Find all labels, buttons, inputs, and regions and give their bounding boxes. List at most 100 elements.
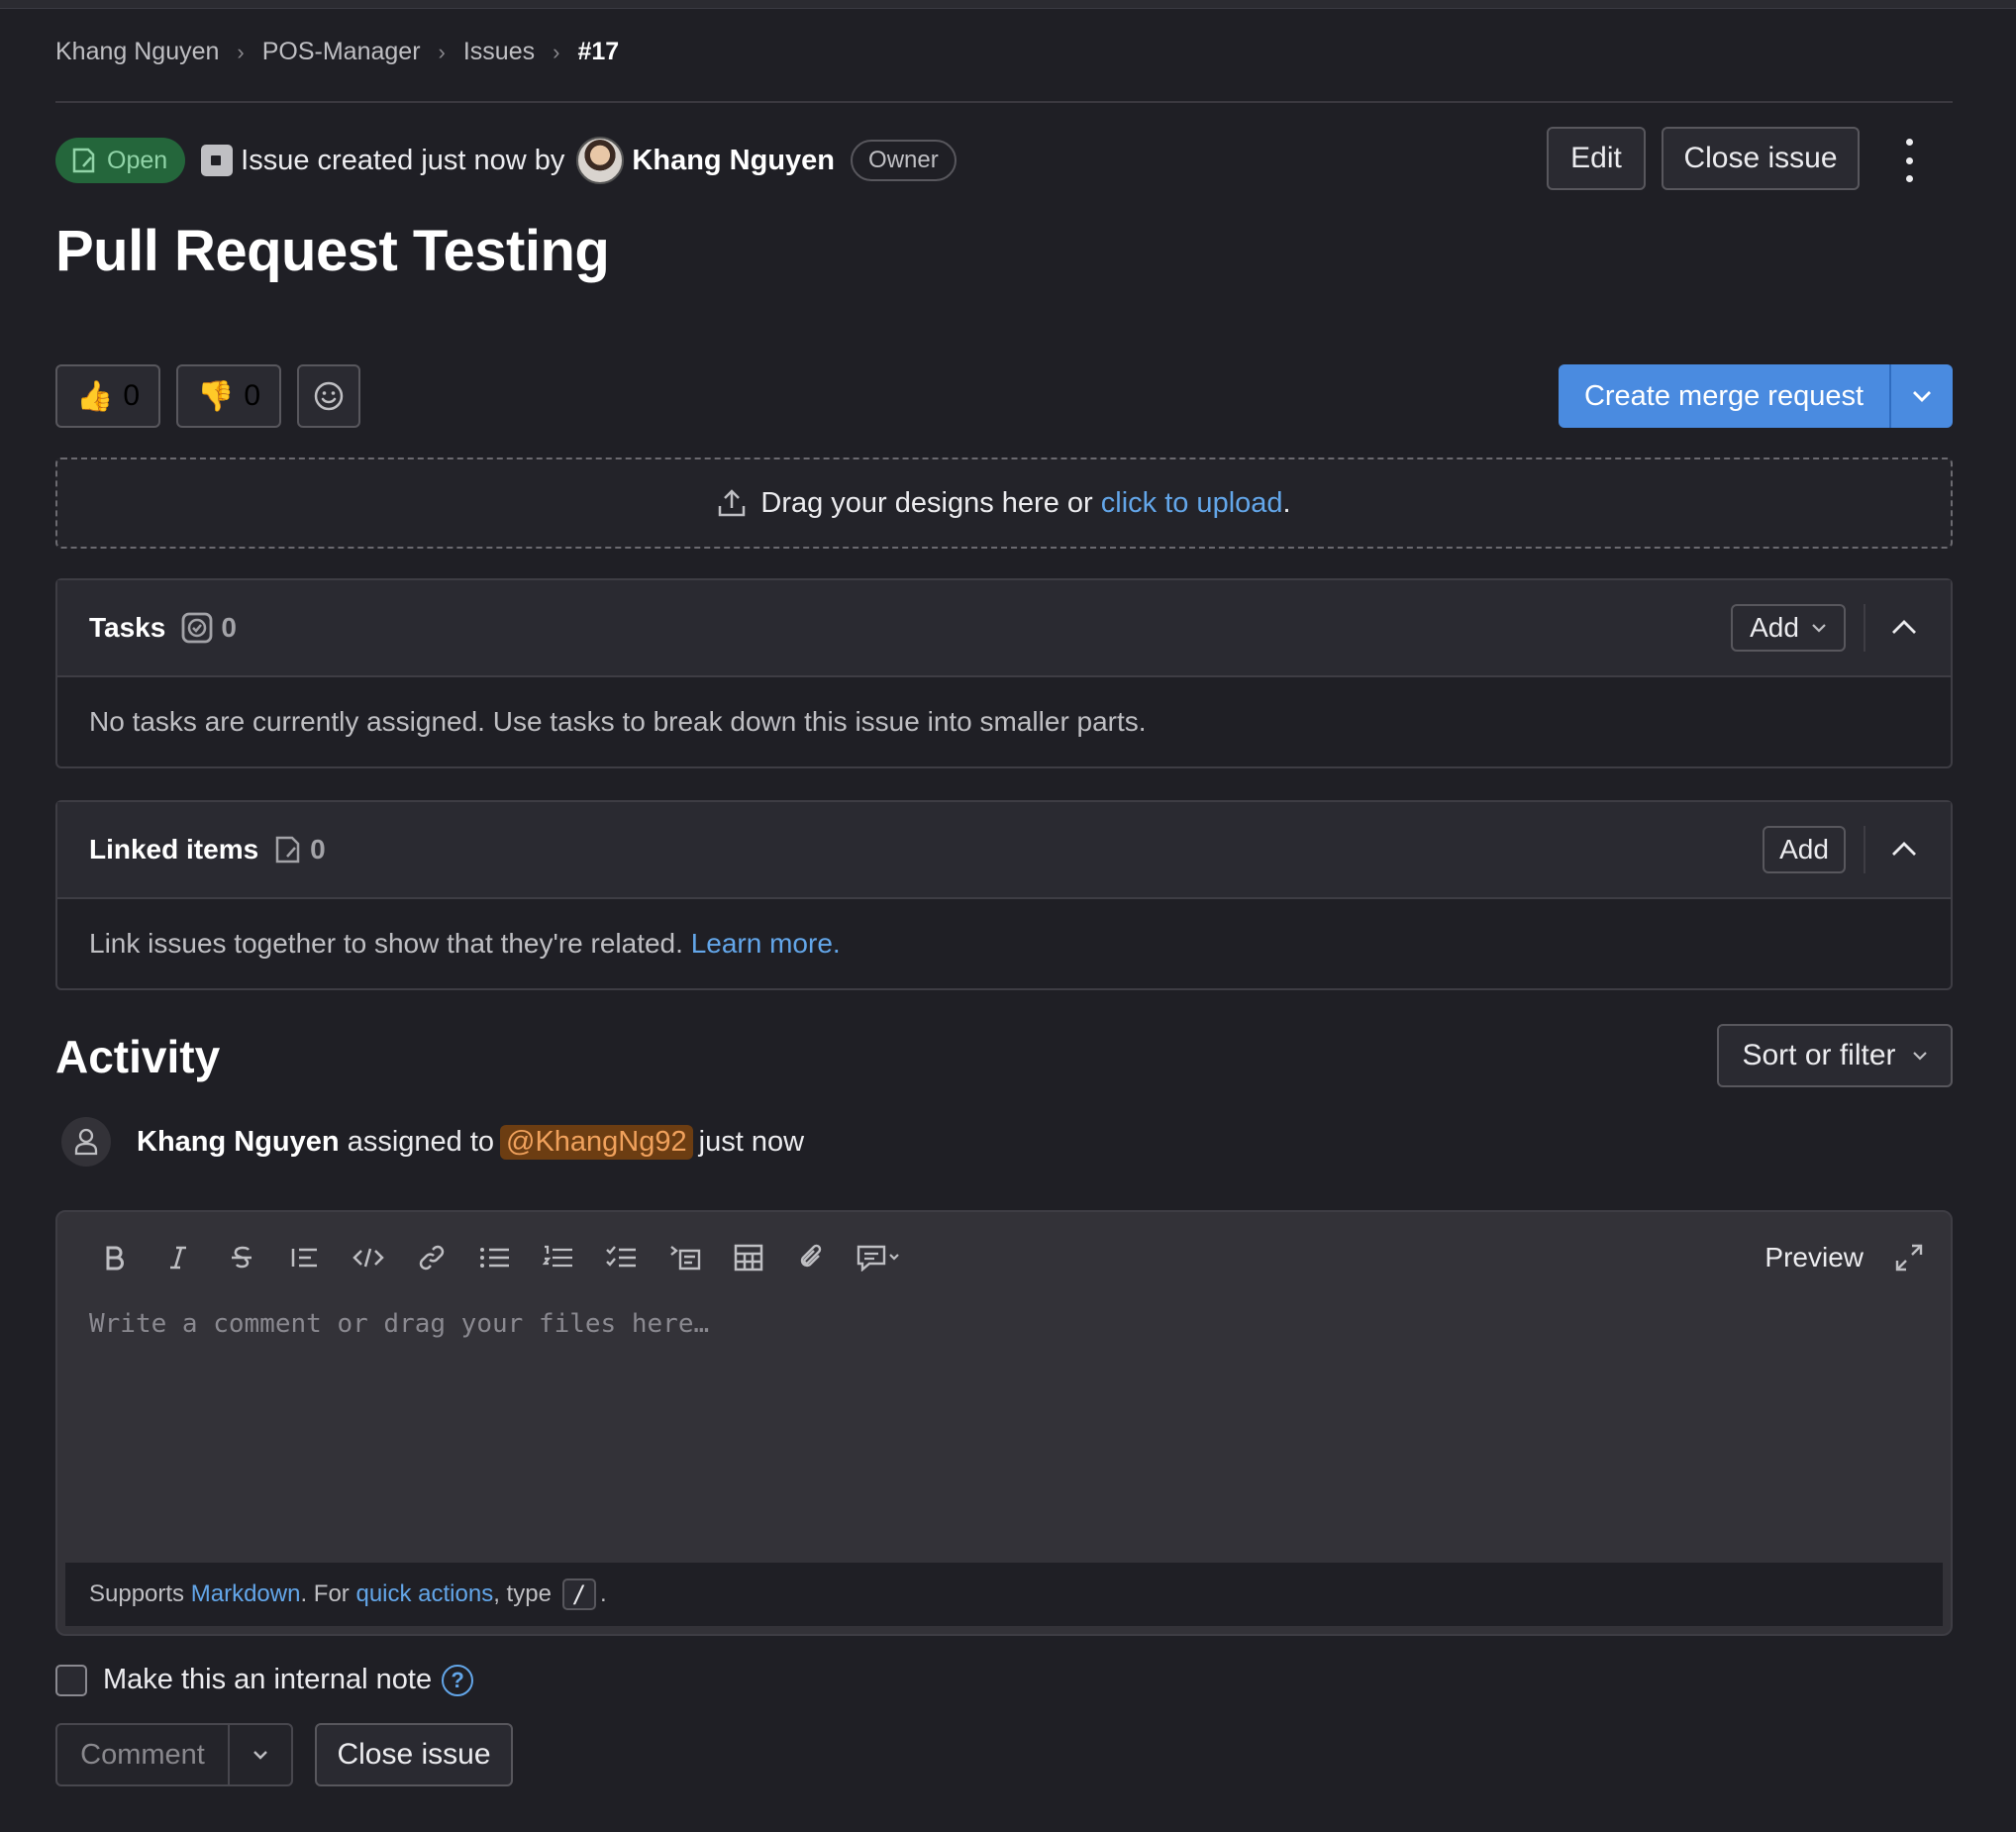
- editor-footer: Supports Markdown. For quick actions, ty…: [65, 1563, 1943, 1626]
- user-mention[interactable]: @KhangNg92: [500, 1124, 693, 1160]
- slash-key: /: [561, 1578, 597, 1610]
- chevron-down-icon[interactable]: [1891, 390, 1953, 402]
- tasks-add-label: Add: [1750, 612, 1799, 643]
- issue-header: Open Issue created just now by Khang Ngu…: [55, 137, 957, 184]
- tasks-title: Tasks: [89, 612, 166, 643]
- linked-items-title: Linked items: [89, 834, 259, 865]
- numbered-list-icon[interactable]: [527, 1236, 590, 1279]
- task-done-icon: [181, 612, 213, 644]
- status-label: Open: [107, 146, 168, 174]
- issue-type-icon: [201, 145, 234, 176]
- created-text: Issue created just now by: [241, 144, 565, 176]
- footer-supports: Supports: [89, 1580, 185, 1607]
- breadcrumb-project[interactable]: POS-Manager: [262, 38, 421, 66]
- bullet-list-icon[interactable]: [463, 1236, 527, 1279]
- add-reaction-button[interactable]: [297, 364, 360, 428]
- linked-items-count: 0: [274, 834, 326, 865]
- tasks-add-button[interactable]: Add: [1731, 604, 1846, 652]
- tasks-count-value: 0: [221, 612, 237, 643]
- comment-button[interactable]: Comment: [57, 1725, 230, 1784]
- footer-type: , type: [493, 1580, 552, 1607]
- avatar[interactable]: [576, 137, 625, 184]
- bold-icon[interactable]: [83, 1236, 147, 1279]
- strikethrough-icon[interactable]: [210, 1236, 273, 1279]
- dropzone-text: Drag your designs here or: [760, 486, 1093, 519]
- chevron-right-icon: ›: [438, 39, 446, 64]
- linked-items-body: Link issues together to show that they'r…: [57, 899, 1951, 988]
- footer-end: .: [600, 1580, 607, 1607]
- create-merge-request-button[interactable]: Create merge request: [1559, 364, 1891, 428]
- markdown-link[interactable]: Markdown: [191, 1580, 301, 1608]
- internal-note-checkbox[interactable]: [55, 1664, 87, 1696]
- thumbs-up-button[interactable]: 👍 0: [55, 364, 160, 428]
- breadcrumb-issues[interactable]: Issues: [463, 38, 535, 66]
- user-icon: [61, 1117, 111, 1167]
- thumbs-up-icon: 👍: [75, 379, 114, 413]
- preview-button[interactable]: Preview: [1764, 1236, 1864, 1279]
- task-list-icon[interactable]: [590, 1236, 654, 1279]
- close-issue-bottom-button[interactable]: Close issue: [315, 1723, 513, 1786]
- tasks-empty-text: No tasks are currently assigned. Use tas…: [89, 706, 1147, 737]
- design-dropzone[interactable]: Drag your designs here or click to uploa…: [55, 458, 1953, 549]
- thumbs-down-button[interactable]: 👎 0: [176, 364, 281, 428]
- linked-items-add-button[interactable]: Add: [1763, 826, 1846, 873]
- close-issue-button[interactable]: Close issue: [1662, 127, 1860, 190]
- chevron-right-icon: ›: [553, 39, 560, 64]
- dropzone-period: .: [1282, 486, 1291, 519]
- divider: [1864, 826, 1865, 873]
- italic-icon[interactable]: [147, 1236, 210, 1279]
- table-icon[interactable]: [717, 1236, 780, 1279]
- comment-editor: Preview Write a comment or drag your fil…: [55, 1210, 1953, 1636]
- breadcrumb: Khang Nguyen › POS-Manager › Issues › #1…: [55, 38, 619, 66]
- linked-items-empty-text: Link issues together to show that they'r…: [89, 928, 683, 959]
- chevron-down-icon: [1912, 1052, 1927, 1061]
- sort-filter-label: Sort or filter: [1742, 1039, 1896, 1071]
- tasks-card: Tasks 0 Add No tasks are currently assig…: [55, 578, 1953, 768]
- internal-note-label: Make this an internal note: [103, 1664, 433, 1695]
- issue-icon: [275, 836, 300, 864]
- comment-split-button: Comment: [55, 1723, 293, 1786]
- link-icon[interactable]: [400, 1236, 463, 1279]
- event-actor[interactable]: Khang Nguyen: [137, 1126, 340, 1159]
- linked-items-count-value: 0: [310, 834, 326, 865]
- quote-icon[interactable]: [273, 1236, 337, 1279]
- quick-actions-link[interactable]: quick actions: [355, 1580, 493, 1608]
- internal-note-option: Make this an internal note ?: [55, 1664, 474, 1696]
- comment-input[interactable]: Write a comment or drag your files here…: [89, 1309, 709, 1339]
- status-badge: Open: [55, 138, 186, 183]
- linked-items-card: Linked items 0 Add Link issues together …: [55, 800, 1953, 990]
- author-link[interactable]: Khang Nguyen: [632, 145, 835, 177]
- code-icon[interactable]: [337, 1236, 400, 1279]
- chevron-up-icon[interactable]: [1891, 618, 1917, 636]
- thumbs-up-count: 0: [123, 379, 141, 412]
- activity-event: Khang Nguyen assigned to @KhangNg92 just…: [61, 1117, 804, 1167]
- attach-file-icon[interactable]: [780, 1236, 844, 1279]
- thumbs-down-icon: 👎: [196, 379, 235, 413]
- create-merge-request-split: Create merge request: [1559, 364, 1953, 428]
- page-title: Pull Request Testing: [55, 219, 610, 283]
- thumbs-down-count: 0: [244, 379, 261, 412]
- collapsible-section-icon[interactable]: [654, 1236, 717, 1279]
- smiley-icon: [314, 381, 344, 411]
- chevron-down-icon[interactable]: [230, 1750, 291, 1760]
- breadcrumb-current[interactable]: #17: [577, 38, 619, 66]
- edit-button[interactable]: Edit: [1547, 127, 1646, 190]
- chevron-right-icon: ›: [237, 39, 245, 64]
- divider: [55, 101, 1953, 103]
- upload-icon: [719, 489, 746, 517]
- learn-more-link[interactable]: Learn more.: [691, 928, 841, 960]
- issue-open-icon: [72, 148, 95, 173]
- help-icon[interactable]: ?: [442, 1664, 474, 1696]
- divider: [1864, 604, 1865, 652]
- event-action: assigned to: [347, 1125, 495, 1158]
- sort-filter-dropdown[interactable]: Sort or filter: [1717, 1024, 1953, 1087]
- breadcrumb-user[interactable]: Khang Nguyen: [55, 38, 219, 66]
- footer-for: . For: [300, 1580, 350, 1607]
- expand-icon[interactable]: [1889, 1236, 1929, 1279]
- comment-templates-icon[interactable]: [844, 1236, 913, 1279]
- more-actions-icon[interactable]: [1897, 139, 1921, 182]
- editor-toolbar: [83, 1236, 913, 1279]
- click-to-upload-link[interactable]: click to upload: [1101, 487, 1283, 520]
- chevron-up-icon[interactable]: [1891, 840, 1917, 858]
- linked-items-header: Linked items 0 Add: [57, 802, 1951, 899]
